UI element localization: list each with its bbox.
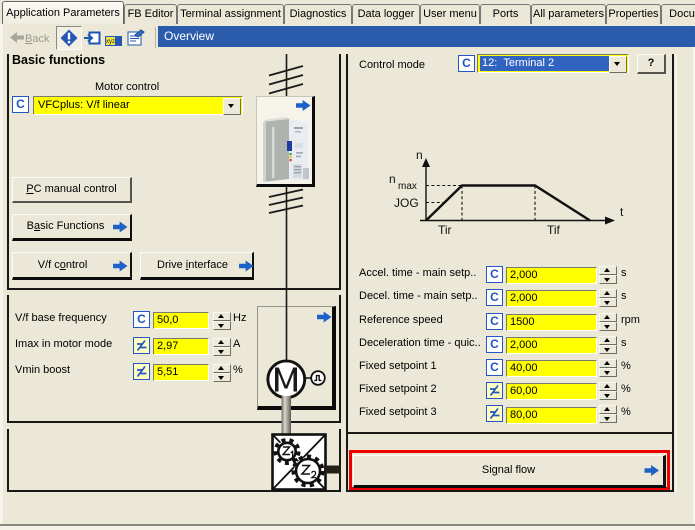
- svg-text:JOG: JOG: [394, 196, 419, 210]
- svg-text:max: max: [398, 181, 417, 192]
- svg-text:Tir: Tir: [438, 223, 452, 237]
- svg-text:n: n: [389, 172, 396, 186]
- svg-text:t: t: [620, 205, 624, 219]
- svg-text:Tif: Tif: [547, 223, 561, 237]
- svg-text:n: n: [416, 148, 423, 162]
